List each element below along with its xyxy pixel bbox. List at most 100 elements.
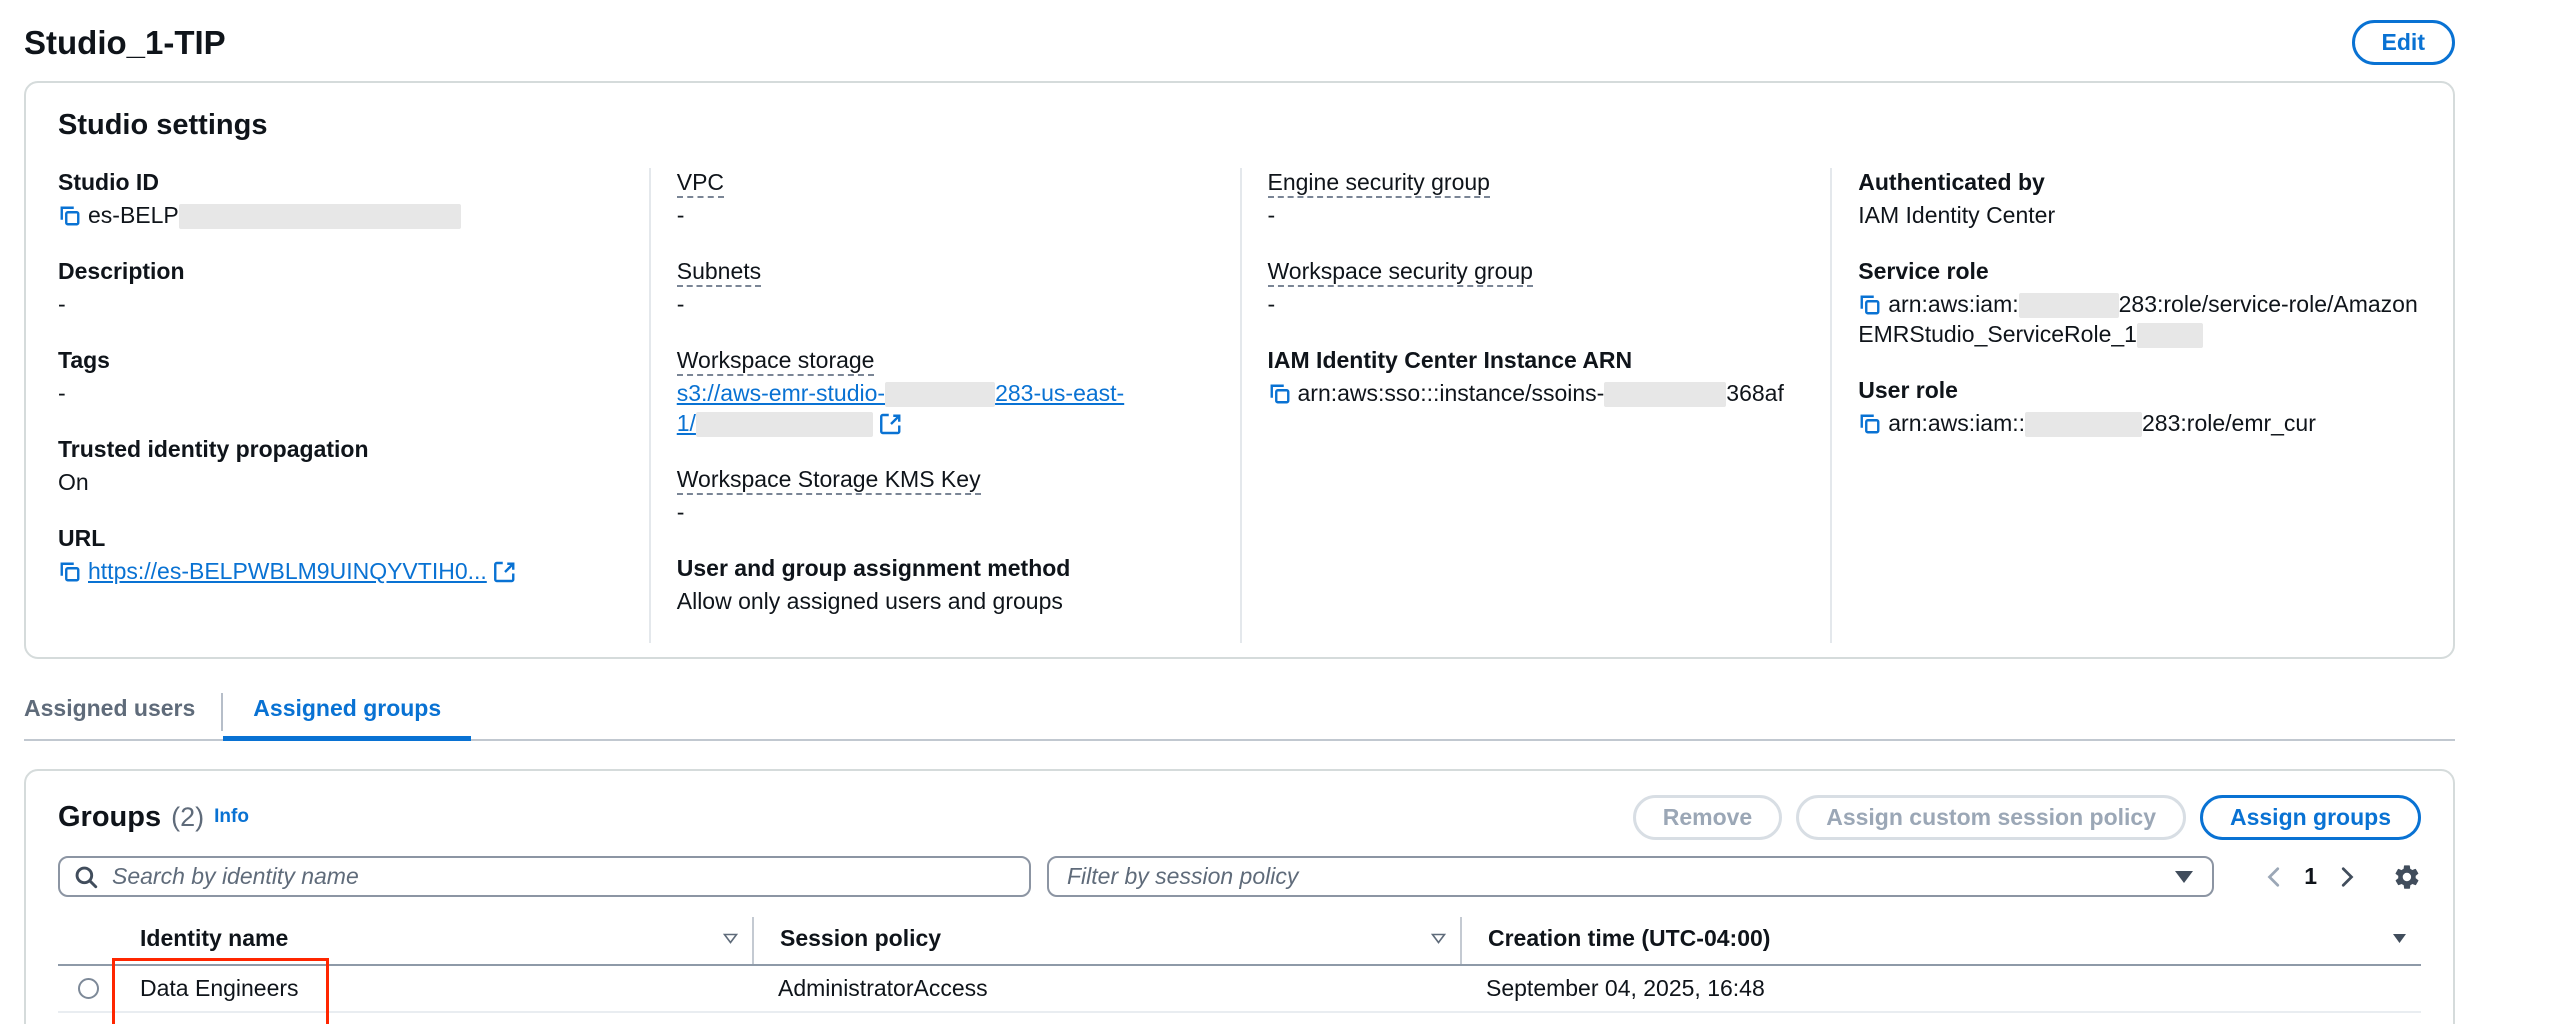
- groups-title: Groups (2) Info: [58, 801, 249, 834]
- chevron-down-icon: [2174, 870, 2194, 884]
- search-box: [58, 856, 1031, 897]
- kms-key-label: Workspace Storage KMS Key: [677, 465, 1214, 494]
- subnets-info-term[interactable]: Subnets: [677, 258, 761, 287]
- vpc-label: VPC: [677, 168, 1214, 197]
- groups-table: Identity name Session policy Creation ti…: [58, 917, 2421, 1024]
- url-label: URL: [58, 524, 623, 553]
- settings-column-3: Engine security group - Workspace securi…: [1240, 168, 1831, 643]
- redacted-text: [179, 204, 461, 229]
- field-tags: Tags -: [58, 346, 623, 408]
- table-header-row: Identity name Session policy Creation ti…: [58, 917, 2421, 966]
- tab-assigned-users[interactable]: Assigned users: [24, 685, 221, 739]
- tab-bar: Assigned users Assigned groups: [24, 685, 2455, 741]
- page-title: Studio_1-TIP: [24, 24, 226, 62]
- emr-studio-detail-page: Studio_1-TIP Edit Studio settings Studio…: [0, 0, 2554, 1024]
- copy-icon[interactable]: [1268, 382, 1292, 406]
- field-vpc: VPC -: [677, 168, 1214, 230]
- idc-arn-value: arn:aws:sso:::instance/ssoins-368af: [1268, 378, 1805, 408]
- studio-id-text: es-BELP: [88, 202, 179, 228]
- copy-icon[interactable]: [58, 560, 82, 584]
- assignment-method-value: Allow only assigned users and groups: [677, 586, 1214, 616]
- remove-button[interactable]: Remove: [1633, 795, 1782, 840]
- next-page-button[interactable]: [2335, 866, 2357, 888]
- field-engine-security-group: Engine security group -: [1268, 168, 1805, 230]
- groups-heading: Groups: [58, 801, 161, 834]
- redacted-text: [2019, 293, 2119, 318]
- workspace-sg-value: -: [1268, 289, 1805, 319]
- assign-groups-button[interactable]: Assign groups: [2200, 795, 2421, 840]
- filter-row: Filter by session policy 1: [58, 856, 2421, 897]
- engine-sg-info-term[interactable]: Engine security group: [1268, 169, 1490, 198]
- studio-settings-card: Studio settings Studio ID es-BELP Descri…: [24, 81, 2455, 659]
- workspace-storage-value: s3://aws-emr-studio-283-us-east-1/: [677, 378, 1214, 438]
- sort-icon: [1431, 933, 1446, 944]
- studio-url-link[interactable]: https://es-BELPWBLM9UINQYVTIH0...: [88, 558, 487, 584]
- field-idc-instance-arn: IAM Identity Center Instance ARN arn:aws…: [1268, 346, 1805, 408]
- filter-placeholder: Filter by session policy: [1067, 863, 2174, 890]
- column-header-session-policy[interactable]: Session policy: [752, 917, 1460, 964]
- gear-icon[interactable]: [2393, 863, 2421, 891]
- tip-label: Trusted identity propagation: [58, 435, 623, 464]
- redacted-text: [2025, 412, 2142, 437]
- select-all-column-header: [58, 931, 140, 951]
- engine-sg-label: Engine security group: [1268, 168, 1805, 197]
- row-select-cell: [58, 978, 140, 999]
- field-description: Description -: [58, 257, 623, 319]
- edit-button[interactable]: Edit: [2352, 20, 2455, 65]
- external-link-icon: [493, 560, 517, 584]
- subnets-value: -: [677, 289, 1214, 319]
- settings-column-2: VPC - Subnets - Workspace storage s3://a…: [649, 168, 1240, 643]
- copy-icon[interactable]: [1858, 412, 1882, 436]
- authenticated-by-label: Authenticated by: [1858, 168, 2395, 197]
- pagination: 1: [2264, 863, 2421, 891]
- session-policy-filter-select[interactable]: Filter by session policy: [1047, 856, 2214, 897]
- idc-arn-label: IAM Identity Center Instance ARN: [1268, 346, 1805, 375]
- copy-icon[interactable]: [1858, 293, 1882, 317]
- page-header: Studio_1-TIP Edit: [24, 0, 2455, 81]
- sort-icon: [723, 933, 738, 944]
- session-policy-cell: AdministratorAccess: [752, 975, 1460, 1002]
- copy-icon[interactable]: [58, 204, 82, 228]
- redacted-text: [2137, 323, 2203, 348]
- external-link-icon: [879, 412, 903, 436]
- studio-settings-heading: Studio settings: [58, 109, 2421, 142]
- info-link[interactable]: Info: [214, 806, 249, 828]
- field-workspace-security-group: Workspace security group -: [1268, 257, 1805, 319]
- field-workspace-storage: Workspace storage s3://aws-emr-studio-28…: [677, 346, 1214, 438]
- search-icon: [73, 864, 99, 890]
- previous-page-button[interactable]: [2264, 866, 2286, 888]
- description-label: Description: [58, 257, 623, 286]
- tab-assigned-groups[interactable]: Assigned groups: [223, 685, 471, 741]
- assign-custom-session-policy-button[interactable]: Assign custom session policy: [1796, 795, 2186, 840]
- kms-key-value: -: [677, 497, 1214, 527]
- groups-card: Groups (2) Info Remove Assign custom ses…: [24, 769, 2455, 1024]
- user-role-label: User role: [1858, 376, 2395, 405]
- settings-column-1: Studio ID es-BELP Description - Tags - T…: [58, 168, 649, 643]
- vpc-value: -: [677, 200, 1214, 230]
- tags-value: -: [58, 378, 623, 408]
- column-header-creation-time[interactable]: Creation time (UTC-04:00): [1460, 917, 2421, 964]
- url-value: https://es-BELPWBLM9UINQYVTIH0...: [58, 556, 623, 586]
- search-input[interactable]: [58, 856, 1031, 897]
- workspace-sg-label: Workspace security group: [1268, 257, 1805, 286]
- workspace-storage-info-term[interactable]: Workspace storage: [677, 347, 875, 376]
- redacted-text: [1604, 382, 1726, 407]
- assignment-method-label: User and group assignment method: [677, 554, 1214, 583]
- workspace-sg-info-term[interactable]: Workspace security group: [1268, 258, 1533, 287]
- row-radio-button[interactable]: [78, 978, 99, 999]
- groups-count: (2): [171, 802, 204, 833]
- table-row: Data Engineers AdministratorAccess Septe…: [58, 966, 2421, 1013]
- studio-id-value: es-BELP: [58, 200, 623, 230]
- field-user-role: User role arn:aws:iam::283:role/emr_cur: [1858, 376, 2395, 438]
- field-authenticated-by: Authenticated by IAM Identity Center: [1858, 168, 2395, 230]
- tip-value: On: [58, 467, 623, 497]
- column-header-identity-name[interactable]: Identity name: [140, 917, 752, 964]
- studio-settings-grid: Studio ID es-BELP Description - Tags - T…: [58, 168, 2421, 643]
- page-number[interactable]: 1: [2300, 863, 2321, 890]
- subnets-label: Subnets: [677, 257, 1214, 286]
- kms-key-info-term[interactable]: Workspace Storage KMS Key: [677, 466, 981, 495]
- vpc-info-term[interactable]: VPC: [677, 169, 724, 198]
- field-trusted-identity-propagation: Trusted identity propagation On: [58, 435, 623, 497]
- field-service-role: Service role arn:aws:iam:283:role/servic…: [1858, 257, 2395, 349]
- field-subnets: Subnets -: [677, 257, 1214, 319]
